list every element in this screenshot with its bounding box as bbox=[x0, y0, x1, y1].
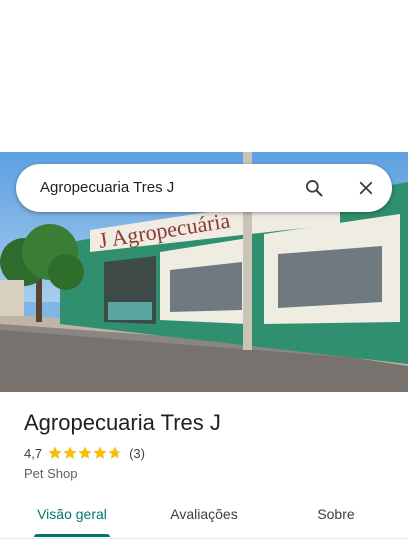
tab-about[interactable]: Sobre bbox=[286, 494, 386, 534]
close-button[interactable] bbox=[346, 164, 386, 212]
tab-overview[interactable]: Visão geral bbox=[22, 494, 122, 534]
search-icon bbox=[306, 180, 323, 197]
rating-value: 4,7 bbox=[24, 445, 43, 461]
blank-area bbox=[0, 0, 408, 152]
tab-bar: Visão geral Avaliações Sobre bbox=[0, 494, 408, 539]
search-box[interactable]: Agropecuaria Tres J bbox=[16, 164, 392, 212]
star-icon bbox=[63, 446, 77, 459]
place-title: Agropecuaria Tres J bbox=[24, 410, 221, 435]
search-button[interactable] bbox=[294, 164, 334, 212]
tab-reviews[interactable]: Avaliações bbox=[154, 494, 254, 534]
rating-row[interactable]: 4,7 (3) bbox=[24, 444, 145, 462]
star-icon bbox=[48, 446, 62, 459]
star-icon bbox=[108, 446, 122, 459]
place-category[interactable]: Pet Shop bbox=[24, 465, 78, 483]
star-icon bbox=[78, 446, 92, 459]
review-count[interactable]: (3) bbox=[129, 446, 145, 461]
star-icon bbox=[93, 446, 107, 459]
close-icon bbox=[359, 181, 373, 195]
active-tab-indicator bbox=[34, 534, 110, 537]
rating-stars bbox=[48, 446, 123, 460]
search-input[interactable]: Agropecuaria Tres J bbox=[40, 164, 174, 212]
